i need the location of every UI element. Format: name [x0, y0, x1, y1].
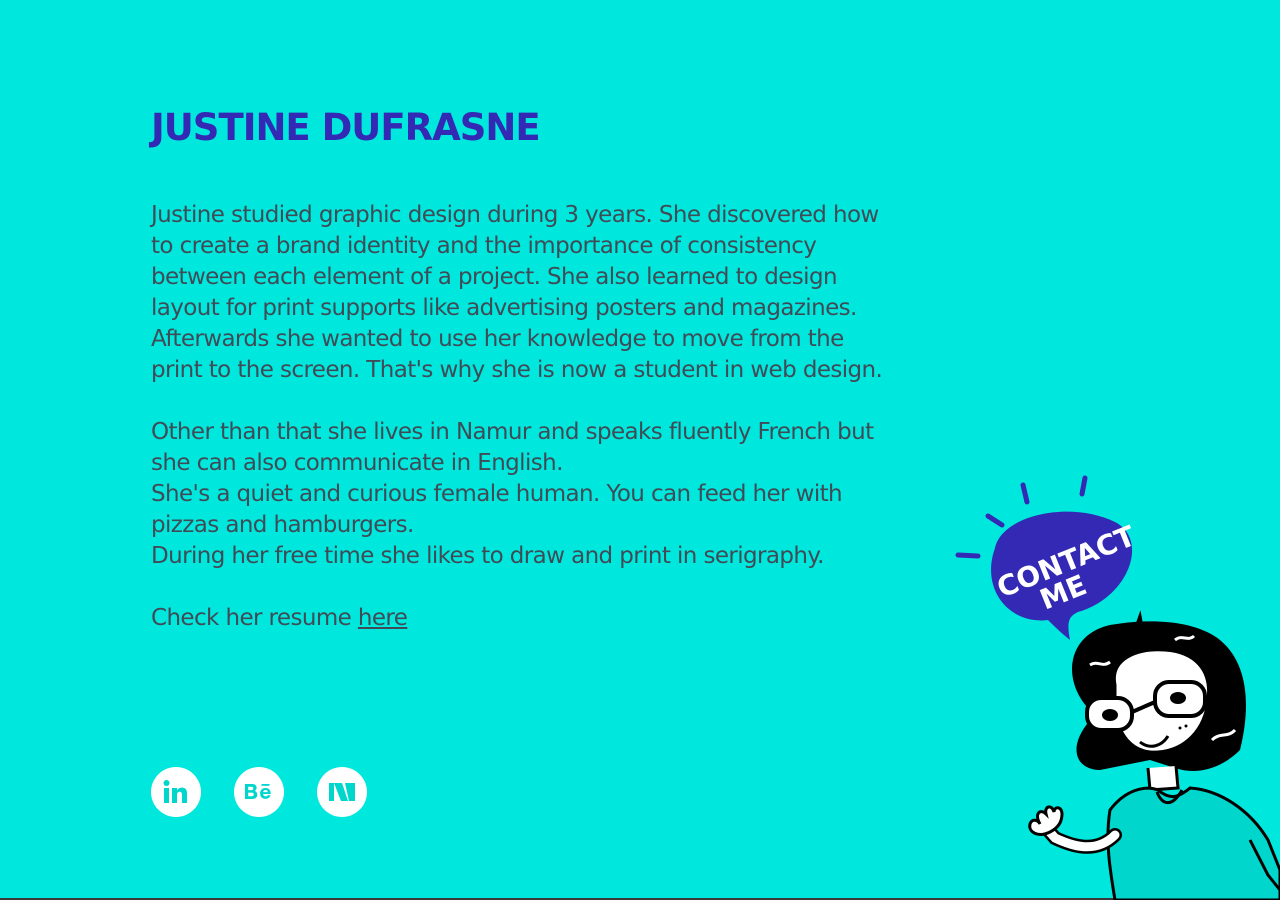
page-title: JUSTINE DUFRASNE	[151, 106, 541, 149]
bubble-ray	[1079, 475, 1088, 497]
behance-icon	[245, 784, 271, 799]
bubble-ray	[955, 552, 981, 559]
contact-me-graphic: CONTACT ME	[955, 475, 1280, 900]
resume-link[interactable]: here	[358, 605, 408, 631]
bio-paragraph-language: Other than that she lives in Namur and s…	[151, 419, 874, 476]
bio-paragraph-personality: She's a quiet and curious female human. …	[151, 481, 843, 538]
medium-button[interactable]	[317, 767, 367, 817]
bubble-ray	[985, 513, 1005, 528]
behance-button[interactable]	[234, 767, 284, 817]
linkedin-icon	[163, 780, 187, 803]
bio-paragraph-hobbies: During her free time she likes to draw a…	[151, 543, 824, 569]
contact-me-illustration[interactable]: CONTACT ME	[950, 470, 1280, 900]
medium-icon	[329, 783, 355, 801]
resume-prefix: Check her resume	[151, 605, 358, 631]
bio-text: Justine studied graphic design during 3 …	[151, 200, 891, 634]
bio-paragraph-web: Afterwards she wanted to use her knowled…	[151, 326, 883, 383]
bio-paragraph-studies: Justine studied graphic design during 3 …	[151, 202, 879, 321]
about-page: JUSTINE DUFRASNE Justine studied graphic…	[0, 0, 1280, 900]
linkedin-button[interactable]	[151, 767, 201, 817]
girl-illustration	[1028, 610, 1280, 900]
speech-bubble: CONTACT ME	[991, 511, 1140, 640]
bubble-ray	[1020, 482, 1030, 505]
social-links	[151, 767, 367, 817]
resume-line: Check her resume here	[151, 603, 891, 634]
